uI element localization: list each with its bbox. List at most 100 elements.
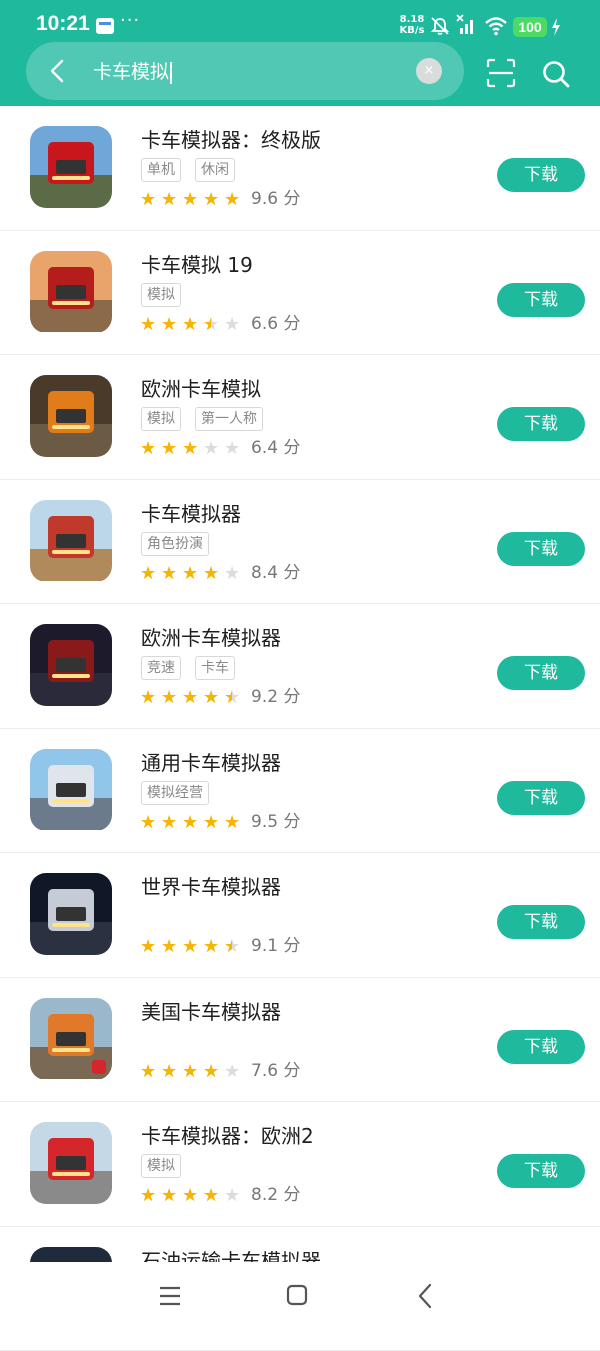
star-icon: ★★: [203, 1188, 219, 1204]
search-bar: 卡车模拟 ×: [26, 42, 464, 100]
text-caret: [170, 62, 172, 84]
star-icon: ★★: [182, 1064, 198, 1080]
app-tag: 模拟: [141, 1154, 181, 1178]
star-icon: ★★: [161, 566, 177, 582]
app-title[interactable]: 卡车模拟器：欧洲2: [141, 1120, 314, 1149]
star-icon: ★★: [161, 690, 177, 706]
star-icon: ★★: [140, 317, 156, 333]
app-score: 6.6 分: [251, 315, 300, 333]
list-item[interactable]: 卡车模拟器：终极版单机休闲★★★★★★★★★★9.6 分下载: [0, 106, 600, 231]
list-item[interactable]: 通用卡车模拟器模拟经营★★★★★★★★★★9.5 分下载: [0, 729, 600, 854]
star-icon: ★★: [224, 441, 240, 457]
list-item[interactable]: 世界卡车模拟器★★★★★★★★★★9.1 分下载: [0, 853, 600, 978]
star-icon: ★★: [224, 1188, 240, 1204]
download-button[interactable]: 下载: [497, 781, 585, 815]
download-button[interactable]: 下载: [497, 158, 585, 192]
star-rating: ★★★★★★★★★★7.6 分: [140, 1062, 300, 1082]
star-icon: ★★: [203, 192, 219, 208]
app-tags: 角色扮演: [141, 532, 223, 556]
app-tag: 卡车: [195, 656, 235, 680]
search-results-list: 卡车模拟器：终极版单机休闲★★★★★★★★★★9.6 分下载卡车模拟 19模拟★…: [0, 106, 600, 1351]
search-input[interactable]: 卡车模拟: [93, 57, 172, 84]
download-button[interactable]: 下载: [497, 283, 585, 317]
list-item[interactable]: 欧洲卡车模拟器竞速卡车★★★★★★★★★★9.2 分下载: [0, 604, 600, 729]
star-icon: ★★: [182, 566, 198, 582]
star-icon: ★★: [224, 939, 240, 955]
download-button[interactable]: 下载: [497, 905, 585, 939]
list-item[interactable]: 卡车模拟器：欧洲2模拟★★★★★★★★★★8.2 分下载: [0, 1102, 600, 1227]
network-speed: 8.18 KB/s: [396, 14, 428, 36]
star-icon: ★★: [203, 1064, 219, 1080]
download-button[interactable]: 下载: [497, 656, 585, 690]
search-query: 卡车模拟: [93, 61, 169, 83]
download-button[interactable]: 下载: [497, 1154, 585, 1188]
status-bar: 10:21 ··· 8.18 KB/s 100: [0, 0, 600, 48]
app-title[interactable]: 欧洲卡车模拟器: [141, 622, 281, 651]
clear-search-button[interactable]: ×: [416, 58, 442, 84]
recent-apps-icon[interactable]: [158, 1284, 182, 1308]
list-item[interactable]: 卡车模拟器角色扮演★★★★★★★★★★8.4 分下载: [0, 480, 600, 605]
star-icon: ★★: [161, 815, 177, 831]
star-rating: ★★★★★★★★★★9.5 分: [140, 813, 300, 833]
star-icon: ★★: [182, 815, 198, 831]
star-icon: ★★: [182, 317, 198, 333]
app-header: 10:21 ··· 8.18 KB/s 100: [0, 0, 600, 106]
app-title[interactable]: 美国卡车模拟器: [141, 996, 281, 1025]
scan-icon[interactable]: [486, 58, 516, 88]
app-score: 6.4 分: [251, 439, 300, 457]
star-rating: ★★★★★★★★★★8.4 分: [140, 564, 300, 584]
home-icon[interactable]: [286, 1284, 308, 1306]
star-icon: ★★: [182, 192, 198, 208]
star-icon: ★★: [161, 192, 177, 208]
star-icon: ★★: [203, 441, 219, 457]
app-title[interactable]: 卡车模拟 19: [141, 249, 253, 278]
app-title[interactable]: 通用卡车模拟器: [141, 747, 281, 776]
back-arrow-icon[interactable]: [46, 58, 70, 84]
app-score: 9.2 分: [251, 688, 300, 706]
no-signal-icon: [456, 14, 478, 36]
list-item[interactable]: 美国卡车模拟器★★★★★★★★★★7.6 分下载: [0, 978, 600, 1103]
search-icon[interactable]: [541, 59, 571, 89]
star-icon: ★★: [182, 690, 198, 706]
battery-indicator: 100: [513, 17, 547, 37]
star-icon: ★★: [182, 441, 198, 457]
star-icon: ★★: [224, 317, 240, 333]
app-title[interactable]: 卡车模拟器：终极版: [141, 124, 321, 153]
charging-bolt-icon: [550, 17, 562, 37]
app-title[interactable]: 欧洲卡车模拟: [141, 373, 261, 402]
app-tag: 模拟: [141, 407, 181, 431]
app-icon[interactable]: [30, 126, 112, 208]
app-icon[interactable]: [30, 500, 112, 582]
download-button[interactable]: 下载: [497, 532, 585, 566]
app-icon[interactable]: [30, 873, 112, 955]
star-icon: ★★: [140, 441, 156, 457]
app-tags: 竞速卡车: [141, 656, 249, 680]
download-button[interactable]: 下载: [497, 1030, 585, 1064]
app-tags: 单机休闲: [141, 158, 249, 182]
list-item[interactable]: 欧洲卡车模拟模拟第一人称 ★★ ★★ ★★ ★★ ★★ 6.4 分 下载: [0, 355, 600, 480]
star-rating: ★★★★★★★★★★9.6 分: [140, 190, 300, 210]
star-rating: ★★★★★★★★★★8.2 分: [140, 1186, 300, 1206]
star-icon: ★★: [161, 441, 177, 457]
app-title[interactable]: 世界卡车模拟器: [141, 871, 281, 900]
star-icon: ★★: [140, 815, 156, 831]
app-title[interactable]: 卡车模拟器: [141, 498, 241, 527]
star-icon: ★★: [224, 566, 240, 582]
app-tag: 模拟经营: [141, 781, 209, 805]
app-icon[interactable]: [30, 624, 112, 706]
download-button[interactable]: 下载: [497, 407, 585, 441]
notification-app-icon: [96, 18, 114, 34]
app-tags: 模拟第一人称: [141, 407, 277, 431]
app-score: 7.6 分: [251, 1062, 300, 1080]
star-icon: ★★: [203, 939, 219, 955]
back-icon[interactable]: [414, 1282, 438, 1310]
star-icon: ★★: [140, 1188, 156, 1204]
app-score: 9.6 分: [251, 190, 300, 208]
app-icon[interactable]: [30, 749, 112, 831]
list-item[interactable]: 卡车模拟 19模拟★★★★★★★★★★6.6 分下载: [0, 231, 600, 356]
star-icon: ★★: [161, 317, 177, 333]
app-icon[interactable]: [30, 375, 112, 457]
app-icon[interactable]: [30, 251, 112, 333]
app-icon[interactable]: [30, 1122, 112, 1204]
app-icon[interactable]: [30, 998, 112, 1080]
